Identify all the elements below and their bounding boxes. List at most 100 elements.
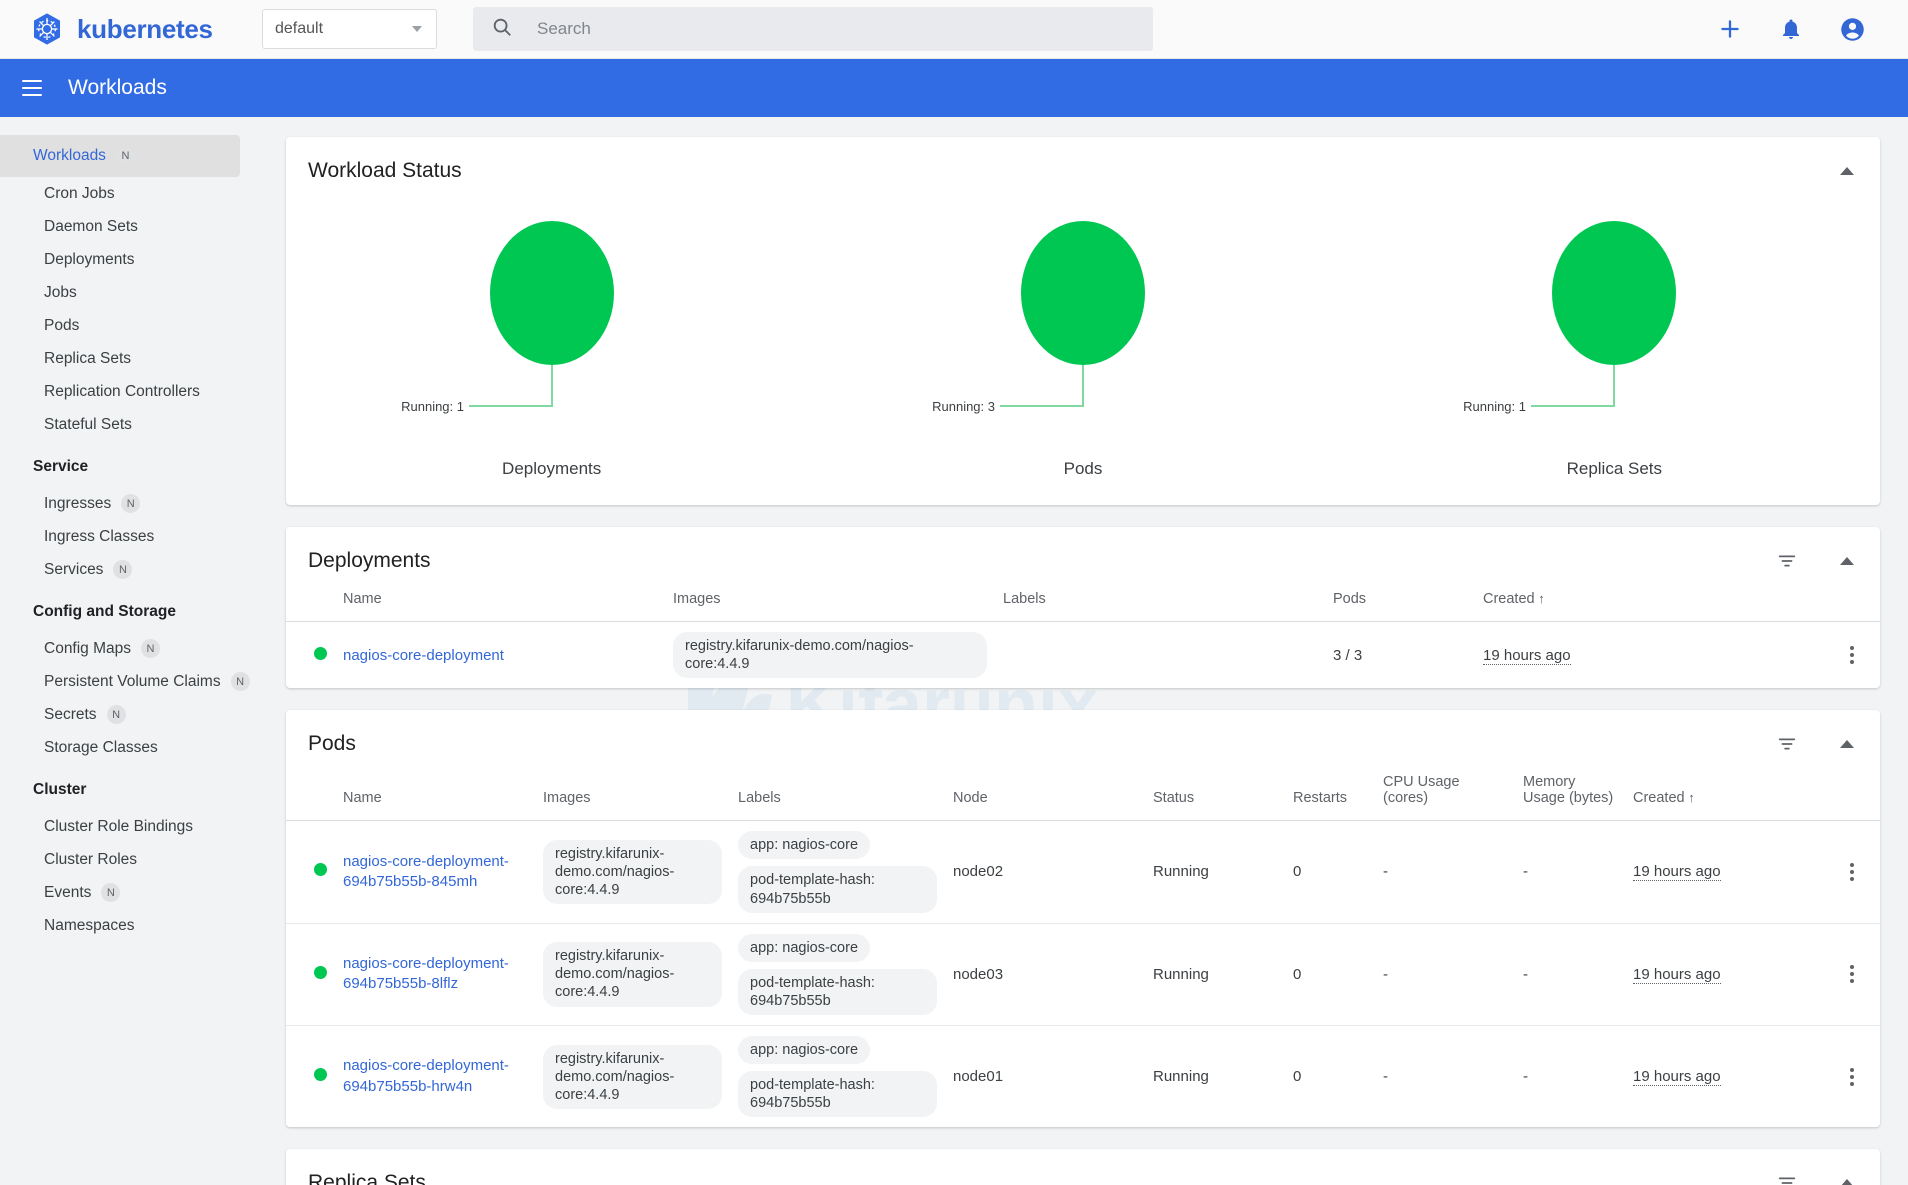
created-timestamp[interactable]: 19 hours ago [1483, 647, 1571, 665]
replicasets-title: Replica Sets [308, 1171, 426, 1185]
image-chip: registry.kifarunix-demo.com/nagios-core:… [543, 840, 722, 904]
sidebar-item-config-maps[interactable]: Config MapsN [0, 632, 268, 665]
pie-chart: Running: 3 [853, 205, 1313, 445]
sidebar-item-label: Service [33, 458, 88, 476]
sidebar-item-deployments[interactable]: Deployments [0, 243, 268, 276]
table-row[interactable]: nagios-core-deployment-694b75b55b-8lflz r… [286, 923, 1880, 1025]
sidebar-item-replica-sets[interactable]: Replica Sets [0, 342, 268, 375]
column-header-cpu-usage-cores[interactable]: CPU Usage (cores) [1375, 764, 1515, 821]
sidebar-item-persistent-volume-claims[interactable]: Persistent Volume ClaimsN [0, 665, 268, 698]
sidebar-item-storage-classes[interactable]: Storage Classes [0, 731, 268, 764]
chevron-up-icon[interactable] [1840, 1179, 1854, 1185]
sidebar-item-ingress-classes[interactable]: Ingress Classes [0, 520, 268, 553]
sidebar-item-namespaces[interactable]: Namespaces [0, 909, 268, 942]
sidebar-item-cluster-role-bindings[interactable]: Cluster Role Bindings [0, 810, 268, 843]
resource-name-link[interactable]: nagios-core-deployment-694b75b55b-8lflz [343, 955, 509, 992]
label-chip: app: nagios-core [738, 934, 870, 962]
cpu-usage-cell: - [1375, 923, 1515, 1025]
sidebar-item-label: Config Maps [44, 640, 131, 658]
namespaced-badge: N [231, 672, 250, 691]
brand[interactable]: kubernetes [0, 12, 262, 46]
pods-table: NameImagesLabelsNodeStatusRestartsCPU Us… [286, 764, 1880, 1127]
account-circle-icon[interactable] [1839, 16, 1866, 43]
sidebar-item-events[interactable]: EventsN [0, 876, 268, 909]
sidebar-item-stateful-sets[interactable]: Stateful Sets [0, 408, 268, 441]
labels-group: app: nagios-corepod-template-hash: 694b7… [738, 934, 937, 1015]
status-running-dot [314, 966, 327, 979]
row-actions-menu-icon[interactable] [1832, 863, 1872, 881]
created-timestamp[interactable]: 19 hours ago [1633, 863, 1721, 881]
sidebar-item-label: Namespaces [44, 917, 134, 935]
svg-text:Running: 1: Running: 1 [401, 399, 464, 414]
memory-usage-cell: - [1515, 1026, 1625, 1128]
plus-icon[interactable] [1717, 16, 1743, 42]
column-header-images[interactable]: Images [665, 581, 995, 622]
resource-name-cell: nagios-core-deployment-694b75b55b-8lflz [335, 923, 535, 1025]
sidebar-item-workloads[interactable]: WorkloadsN [0, 135, 240, 177]
search-bar[interactable] [473, 7, 1153, 51]
column-header-name[interactable]: Name [335, 764, 535, 821]
top-app-bar: kubernetes default [0, 0, 1908, 59]
row-actions-menu-icon[interactable] [1832, 646, 1872, 664]
page-body: WorkloadsNCron JobsDaemon SetsDeployment… [0, 117, 1908, 1185]
created-timestamp[interactable]: 19 hours ago [1633, 1068, 1721, 1086]
namespace-selector[interactable]: default [262, 9, 437, 49]
column-header-images[interactable]: Images [535, 764, 730, 821]
bell-icon[interactable] [1779, 17, 1803, 41]
filter-list-icon[interactable] [1776, 550, 1798, 572]
table-row[interactable]: nagios-core-deployment-694b75b55b-hrw4nr… [286, 1026, 1880, 1128]
images-cell: registry.kifarunix-demo.com/nagios-core:… [535, 923, 730, 1025]
column-header-memory-usage-bytes[interactable]: Memory Usage (bytes) [1515, 764, 1625, 821]
chevron-up-icon[interactable] [1840, 740, 1854, 748]
sidebar-item-jobs[interactable]: Jobs [0, 276, 268, 309]
sidebar-item-cron-jobs[interactable]: Cron Jobs [0, 177, 268, 210]
filter-list-icon[interactable] [1776, 733, 1798, 755]
hamburger-menu-icon[interactable] [18, 69, 46, 107]
workload-graph-label: Deployments [502, 459, 601, 479]
sidebar-item-label: Cron Jobs [44, 185, 115, 203]
status-running-dot [314, 647, 327, 660]
resource-name-link[interactable]: nagios-core-deployment-694b75b55b-845mh [343, 853, 509, 890]
workload-status-title: Workload Status [308, 159, 462, 183]
column-header-status[interactable]: Status [1145, 764, 1285, 821]
row-actions-cell [1824, 1026, 1880, 1128]
table-row[interactable]: nagios-core-deploymentregistry.kifarunix… [286, 622, 1880, 689]
column-header-restarts[interactable]: Restarts [1285, 764, 1375, 821]
created-timestamp[interactable]: 19 hours ago [1633, 966, 1721, 984]
sidebar-item-cluster-roles[interactable]: Cluster Roles [0, 843, 268, 876]
column-header-created[interactable]: Created ↑ [1475, 581, 1824, 622]
sidebar-item-replication-controllers[interactable]: Replication Controllers [0, 375, 268, 408]
labels-group: app: nagios-corepod-template-hash: 694b7… [738, 1036, 937, 1117]
sidebar-item-label: Ingresses [44, 495, 111, 513]
column-header-node[interactable]: Node [945, 764, 1145, 821]
created-cell: 19 hours ago [1625, 821, 1824, 923]
chevron-up-icon[interactable] [1840, 557, 1854, 565]
sidebar-item-pods[interactable]: Pods [0, 309, 268, 342]
sidebar-item-secrets[interactable]: SecretsN [0, 698, 268, 731]
row-actions-menu-icon[interactable] [1832, 965, 1872, 983]
chevron-down-icon [412, 26, 422, 32]
resource-name-link[interactable]: nagios-core-deployment [343, 647, 504, 664]
row-actions-menu-icon[interactable] [1832, 1068, 1872, 1086]
sidebar-item-services[interactable]: ServicesN [0, 553, 268, 586]
pods-cell: 3 / 3 [1325, 622, 1475, 689]
table-row[interactable]: nagios-core-deployment-694b75b55b-845mh r… [286, 821, 1880, 923]
namespaced-badge: N [107, 705, 126, 724]
chevron-up-icon[interactable] [1840, 167, 1854, 175]
workload-status-tools [1840, 167, 1854, 175]
search-input[interactable] [535, 18, 1095, 40]
resource-name-link[interactable]: nagios-core-deployment-694b75b55b-hrw4n [343, 1057, 509, 1094]
column-header-pods[interactable]: Pods [1325, 581, 1475, 622]
column-header-created[interactable]: Created ↑ [1625, 764, 1824, 821]
sidebar-item-daemon-sets[interactable]: Daemon Sets [0, 210, 268, 243]
namespaced-badge: N [121, 494, 140, 513]
kubernetes-logo-icon [30, 12, 64, 46]
column-header-name[interactable]: Name [335, 581, 665, 622]
column-header-labels[interactable]: Labels [995, 581, 1325, 622]
column-header-labels[interactable]: Labels [730, 764, 945, 821]
filter-list-icon[interactable] [1776, 1172, 1798, 1185]
restarts-cell: 0 [1285, 1026, 1375, 1128]
sidebar-item-label: Cluster Roles [44, 851, 137, 869]
sidebar-item-ingresses[interactable]: Ingresses N [0, 487, 268, 520]
table-header-row: NameImagesLabelsNodeStatusRestartsCPU Us… [286, 764, 1880, 821]
